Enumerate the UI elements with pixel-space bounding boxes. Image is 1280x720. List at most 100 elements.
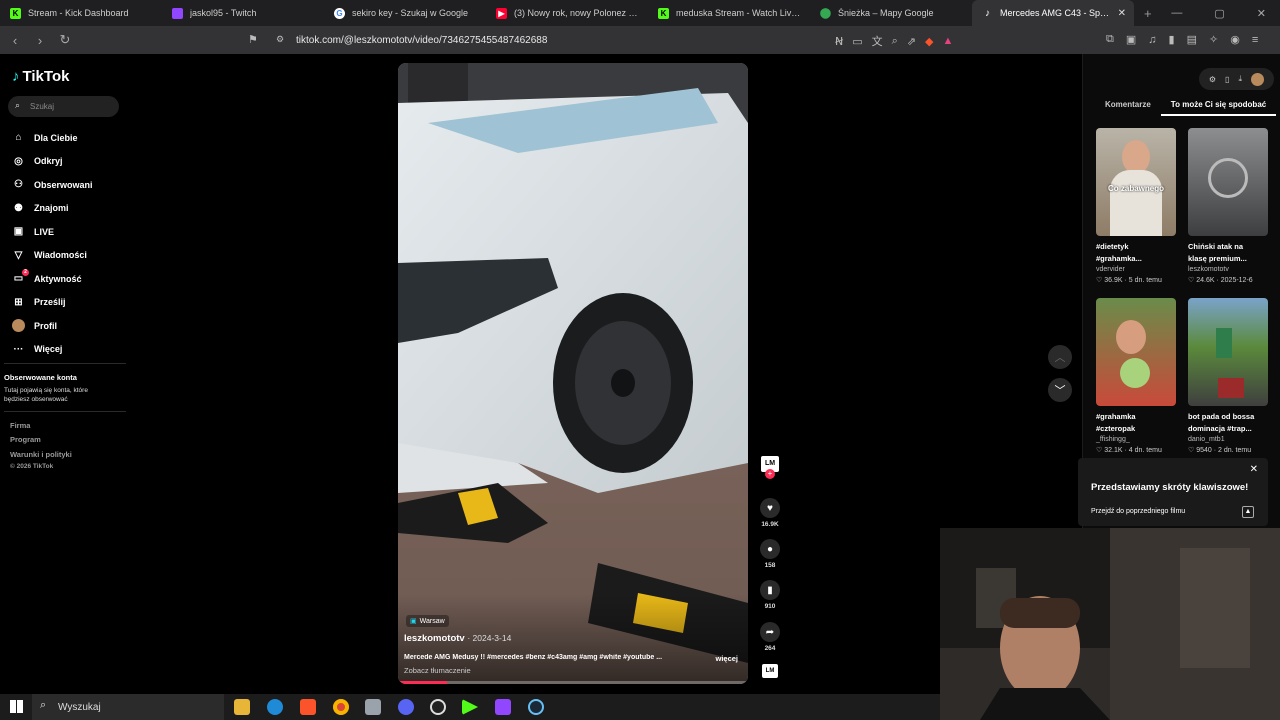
toolbar: ‹ › ↻ ⚑ ⚙ tiktok.com/@leszkomototv/video…	[0, 26, 1280, 54]
chevron-down-icon[interactable]: ﹀	[1048, 378, 1072, 402]
recommended-card[interactable]: #grahamka #czteropak _ffishingg_ ♡ 32.1K…	[1096, 298, 1180, 454]
sound-avatar[interactable]: LM	[758, 664, 782, 678]
settings-icon[interactable]: ⚙	[1209, 75, 1216, 84]
close-tab-icon[interactable]: ✕	[1118, 8, 1126, 19]
music-icon[interactable]: ♫	[1148, 34, 1156, 46]
video-progress-fill	[398, 681, 447, 684]
share-icon[interactable]: ⇗	[907, 35, 916, 48]
vpn-icon[interactable]: ◉	[1230, 33, 1240, 46]
device-icon[interactable]: ▯	[1225, 75, 1229, 84]
heart-icon: ♡	[1096, 277, 1103, 284]
url-text: tiktok.com/@leszkomototv/video/734627545…	[296, 34, 548, 46]
google-icon: G	[334, 7, 345, 19]
caption-more-link[interactable]: więcej	[715, 654, 738, 663]
recommended-card[interactable]: Co zabawnego #dietetyk #grahamka... vder…	[1096, 128, 1180, 284]
cast-icon[interactable]: ▭	[852, 35, 862, 48]
back-icon[interactable]: ‹	[5, 30, 25, 50]
location-tag[interactable]: ▣ Warsaw	[406, 615, 449, 627]
friends-icon: ⚉	[14, 202, 23, 214]
window-controls: — ▢ ✕	[1171, 0, 1280, 26]
kick-app-icon[interactable]	[462, 699, 478, 715]
twitch-app-icon[interactable]	[495, 699, 511, 715]
creator-avatar[interactable]: LM +	[758, 456, 782, 479]
site-settings-icon[interactable]: ⚙	[276, 34, 284, 45]
tab-google-search[interactable]: Gsekiro key - Szukaj w Google	[324, 0, 486, 26]
upload-icon: ⊞	[14, 296, 23, 308]
video-caption: Mercede AMG Medusy !! #mercedes #benz #c…	[404, 654, 663, 661]
reader-icon[interactable]: Ꞥ	[835, 35, 843, 48]
sidebar-item-wiecej[interactable]: ··· Więcej	[0, 338, 130, 362]
location-icon: ▣	[410, 618, 417, 625]
steam-icon[interactable]	[528, 699, 544, 715]
video-progress-bar[interactable]	[398, 681, 748, 684]
sidebar-item-obserwowani[interactable]: ⚇ Obserwowani	[0, 173, 130, 197]
sidebar-item-wiadomosci[interactable]: ▽ Wiadomości	[0, 244, 130, 268]
file-explorer-icon[interactable]	[234, 699, 250, 715]
screenshot-icon[interactable]: ▣	[1126, 33, 1136, 46]
maximize-icon[interactable]: ▢	[1214, 7, 1224, 20]
more-icon: ···	[13, 343, 24, 355]
tab-google-maps[interactable]: ⬤ Śnieżka – Mapy Google	[810, 0, 972, 26]
card-thumbnail	[1096, 298, 1176, 406]
translate-icon[interactable]: 文	[872, 33, 883, 49]
edge-icon[interactable]	[267, 699, 283, 715]
save-button[interactable]: ▮ 910	[758, 580, 782, 610]
user-avatar[interactable]	[1251, 72, 1264, 86]
bookmark-icon[interactable]: ⚑	[248, 33, 258, 46]
sidebar-item-aktywnosc[interactable]: ▭ 2 Aktywność	[0, 267, 130, 291]
windows-start-icon[interactable]	[10, 700, 23, 713]
brave-icon[interactable]	[300, 699, 316, 715]
like-button[interactable]: ♥ 16.9K	[758, 498, 782, 528]
video-player[interactable]: ▣ Warsaw leszkomototv · 2024-3-14 Mercede…	[398, 63, 748, 684]
forward-icon[interactable]: ›	[30, 30, 50, 50]
sidebar-item-odkryj[interactable]: ◎ Odkryj	[0, 150, 130, 174]
extensions-icon[interactable]: ⧉	[1106, 33, 1114, 46]
tiktok-logo[interactable]: ♪ TikTok	[12, 68, 69, 85]
footer-link-program[interactable]: Program	[10, 435, 41, 444]
ai-icon[interactable]: ✧	[1209, 33, 1218, 46]
heart-icon: ♡	[1096, 447, 1103, 454]
footer-link-terms[interactable]: Warunki i polityki	[10, 450, 72, 459]
minimize-icon[interactable]: —	[1171, 7, 1182, 19]
menu-icon[interactable]: ≡	[1252, 34, 1258, 46]
video-author[interactable]: leszkomototv · 2024-3-14	[404, 633, 511, 644]
reload-icon[interactable]: ↻	[55, 30, 75, 50]
copyright: © 2026 TikTok	[10, 463, 54, 470]
sidebar-item-przeslij[interactable]: ⊞ Prześlij	[0, 291, 130, 315]
obs-icon[interactable]	[430, 699, 446, 715]
translate-link[interactable]: Zobacz tłumaczenie	[404, 666, 471, 675]
brave-shield-icon[interactable]: ◆	[925, 35, 933, 48]
share-button[interactable]: ➦ 264	[758, 622, 782, 652]
sidebar-icon[interactable]: ▮	[1169, 33, 1175, 46]
zoom-icon[interactable]: ⌕	[892, 35, 898, 48]
tiktok-icon: ♪	[985, 7, 990, 19]
close-icon[interactable]: ✕	[1250, 464, 1258, 475]
taskbar-search[interactable]: ⌕ Wyszukaj	[32, 694, 224, 720]
tab-kick-dashboard[interactable]: K Stream - Kick Dashboard	[0, 0, 162, 26]
download-icon[interactable]: ⤓	[1238, 74, 1242, 84]
recommended-card[interactable]: Chiński atak na klasę premium... leszkom…	[1188, 128, 1272, 284]
discord-icon[interactable]	[398, 699, 414, 715]
notepad-icon[interactable]	[365, 699, 381, 715]
brave-rewards-icon[interactable]: ▲	[943, 35, 954, 47]
tab-kick-meduska[interactable]: Kmeduska Stream - Watch Live on Kick	[648, 0, 810, 26]
sidebar-item-dla-ciebie[interactable]: ⌂ Dla Ciebie	[0, 126, 130, 150]
wallet-icon[interactable]: ▤	[1187, 33, 1197, 46]
search-input[interactable]: ⌕ Szukaj	[8, 96, 119, 117]
tab-youtube[interactable]: ▶(3) Nowy rok, nowy Polonez (młodu...	[486, 0, 648, 26]
tab-recommended[interactable]: To może Ci się spodobać	[1160, 100, 1277, 116]
tab-twitch[interactable]: jaskol95 - Twitch	[162, 0, 324, 26]
comment-button[interactable]: ● 158	[758, 539, 782, 569]
tab-komentarze[interactable]: Komentarze	[1083, 100, 1161, 116]
footer-link-firma[interactable]: Firma	[10, 421, 30, 430]
webcam-frame	[940, 528, 1280, 720]
sidebar-item-profil[interactable]: Profil	[0, 314, 130, 338]
sidebar-item-live[interactable]: ▣ LIVE	[0, 220, 130, 244]
chrome-icon[interactable]	[333, 699, 349, 715]
new-tab-icon[interactable]: +	[1144, 6, 1152, 21]
recommended-card[interactable]: bot pada od bossa dominacja #trap... dan…	[1188, 298, 1272, 454]
sidebar-item-znajomi[interactable]: ⚉ Znajomi	[0, 197, 130, 221]
close-window-icon[interactable]: ✕	[1257, 7, 1266, 20]
chevron-up-icon[interactable]: ︿	[1048, 345, 1072, 369]
tab-tiktok-active[interactable]: ♪Mercedes AMG C43 - Spotkanie✕	[972, 0, 1134, 26]
